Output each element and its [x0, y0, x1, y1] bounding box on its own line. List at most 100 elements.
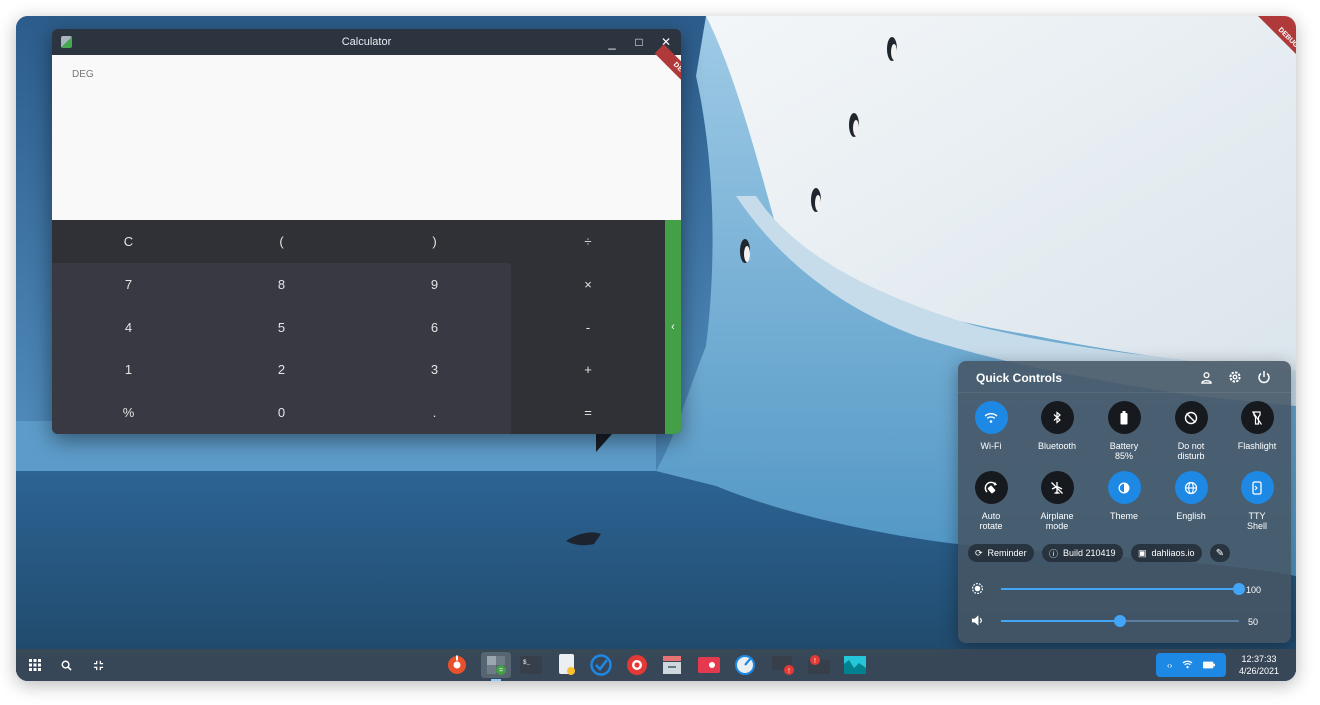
status-area-button[interactable]: ‹› — [1156, 653, 1226, 677]
key-clear[interactable]: C — [52, 220, 205, 263]
key-4[interactable]: 4 — [52, 306, 205, 348]
tile-label: Auto rotate — [979, 511, 1003, 531]
tile-flashlight[interactable]: Flashlight — [1224, 401, 1290, 473]
web-browser-app-icon[interactable] — [624, 652, 650, 678]
tile-bluetooth[interactable]: Bluetooth — [1024, 401, 1090, 473]
key-2[interactable]: 2 — [205, 348, 358, 391]
brightness-icon — [971, 582, 985, 596]
slider-fill — [1001, 588, 1239, 590]
svg-text:!: ! — [788, 668, 790, 675]
wifi-icon — [974, 401, 1008, 434]
tile-label: Wi-Fi — [980, 441, 1002, 451]
website-chip[interactable]: ▣ dahliaos.io — [1131, 544, 1202, 562]
calculator-display: DEG DEBUG — [52, 44, 681, 220]
desktop: DEBUG Calculator _ □ ✕ DEG DEBUG C ( ) ÷… — [16, 16, 1296, 681]
tile-language[interactable]: English — [1158, 471, 1224, 543]
key-dot[interactable]: . — [358, 391, 511, 434]
files-app-icon[interactable] — [659, 652, 685, 678]
settings-icon[interactable] — [1227, 369, 1243, 385]
tile-label: Theme — [1109, 511, 1138, 521]
globe-icon — [1174, 471, 1208, 504]
key-equals[interactable]: = — [511, 391, 665, 434]
minimize-button[interactable]: _ — [599, 29, 625, 55]
theme-icon — [1107, 471, 1141, 504]
angle-mode-label[interactable]: DEG — [72, 69, 94, 80]
battery-icon — [1107, 401, 1141, 434]
key-paren-open[interactable]: ( — [205, 220, 358, 263]
tile-theme[interactable]: Theme — [1091, 471, 1157, 543]
clock[interactable]: 12:37:33 4/26/2021 — [1229, 653, 1289, 677]
tile-auto-rotate[interactable]: Auto rotate — [958, 471, 1024, 543]
edit-chip[interactable]: ✎ — [1210, 544, 1230, 562]
terminal-app-icon[interactable]: $_ — [518, 652, 544, 678]
tile-tty-shell[interactable]: TTY Shell — [1224, 471, 1290, 543]
maximize-button[interactable]: □ — [626, 29, 652, 55]
edit-icon: ✎ — [1215, 547, 1225, 559]
advanced-panel-handle[interactable]: ‹ — [665, 220, 681, 434]
reminder-icon: ⟳ — [975, 547, 983, 558]
quick-controls-header: Quick Controls — [958, 361, 1291, 393]
airplane-off-icon — [1040, 471, 1074, 504]
slider-thumb[interactable] — [1114, 615, 1126, 627]
key-8[interactable]: 8 — [205, 263, 358, 306]
volume-slider[interactable] — [1001, 614, 1239, 628]
network-activity-icon: ‹› — [1166, 660, 1173, 670]
logs-app-icon[interactable]: ! — [771, 652, 797, 678]
wifi-status-icon — [1182, 656, 1193, 674]
tile-battery[interactable]: Battery 85% — [1091, 401, 1157, 473]
key-5[interactable]: 5 — [205, 306, 358, 348]
clock-time: 12:37:33 — [1241, 654, 1277, 664]
tile-do-not-disturb[interactable]: Do not disturb — [1158, 401, 1224, 473]
window-title: Calculator — [341, 36, 392, 48]
key-percent[interactable]: % — [52, 391, 205, 434]
terminal-device-icon — [1240, 471, 1274, 504]
info-icon: ⓘ — [1049, 548, 1059, 559]
account-icon[interactable] — [1198, 369, 1214, 385]
tile-wifi[interactable]: Wi-Fi — [958, 401, 1024, 473]
key-paren-close[interactable]: ) — [358, 220, 511, 263]
overview-icon[interactable] — [83, 649, 113, 681]
volume-value: 50 — [1248, 617, 1259, 627]
key-6[interactable]: 6 — [358, 306, 511, 348]
key-minus[interactable]: - — [511, 306, 665, 348]
key-plus[interactable]: + — [511, 348, 665, 391]
window-titlebar[interactable]: Calculator _ □ ✕ — [52, 29, 681, 55]
svg-text:=: = — [499, 668, 503, 675]
taskbar: = $_ ! ! ‹› 12:37:33 4/26/2021 — [16, 649, 1296, 681]
notes-app-icon[interactable] — [554, 652, 580, 678]
build-label: Build 210419 — [1063, 548, 1116, 558]
brightness-slider[interactable] — [1001, 582, 1245, 596]
key-3[interactable]: 3 — [358, 348, 511, 391]
apps-grid-icon[interactable] — [20, 649, 50, 681]
tile-label: Bluetooth — [1037, 441, 1077, 451]
key-multiply[interactable]: × — [511, 263, 665, 306]
battery-status-icon — [1203, 656, 1216, 674]
notifications-app-icon[interactable]: ! — [805, 652, 831, 678]
tile-airplane-mode[interactable]: Airplane mode — [1024, 471, 1090, 543]
calculator-app-icon[interactable]: = — [481, 652, 511, 681]
reminder-chip[interactable]: ⟳ Reminder — [968, 544, 1034, 562]
key-0[interactable]: 0 — [205, 391, 358, 434]
power-icon[interactable] — [1256, 369, 1272, 385]
wallpaper-app-icon[interactable] — [842, 652, 868, 678]
do-not-disturb-icon — [1174, 401, 1208, 434]
tasks-app-icon[interactable] — [588, 652, 614, 678]
brightness-value: 100 — [1246, 585, 1262, 595]
slider-thumb[interactable] — [1233, 583, 1245, 595]
tile-label: Battery 85% — [1109, 441, 1139, 461]
key-divide[interactable]: ÷ — [511, 220, 665, 263]
media-app-icon[interactable] — [696, 652, 722, 678]
compass-app-icon[interactable] — [732, 652, 758, 678]
key-9[interactable]: 9 — [358, 263, 511, 306]
key-1[interactable]: 1 — [52, 348, 205, 391]
key-7[interactable]: 7 — [52, 263, 205, 306]
svg-text:$_: $_ — [523, 659, 531, 666]
auto-rotate-icon — [974, 471, 1008, 504]
quick-controls-panel: Quick Controls Wi-Fi Bluetooth Battery 8… — [958, 361, 1291, 643]
web-icon: ▣ — [1138, 547, 1147, 558]
settings-app-icon[interactable] — [444, 652, 470, 678]
build-chip[interactable]: ⓘ Build 210419 — [1042, 544, 1123, 562]
website-label: dahliaos.io — [1151, 548, 1195, 558]
running-indicator — [491, 679, 501, 681]
search-icon[interactable] — [51, 649, 81, 681]
